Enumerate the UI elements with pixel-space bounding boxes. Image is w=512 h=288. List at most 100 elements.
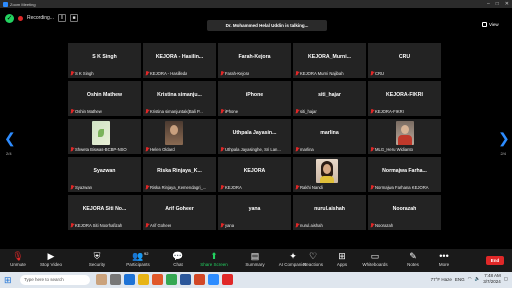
edge-browser-icon[interactable]	[124, 274, 135, 285]
zoom-app-icon[interactable]	[208, 274, 219, 285]
muted-mic-icon	[370, 223, 374, 228]
participant-tile[interactable]: nurul.aishah nurul.aishah	[293, 195, 366, 230]
summary-icon: ▤	[250, 251, 260, 261]
minimize-icon[interactable]: –	[487, 1, 490, 7]
end-meeting-button[interactable]: End	[486, 256, 504, 265]
participant-tile[interactable]: Uthpala Jayasin... Uthpala Jayasinghe, Sr…	[218, 119, 291, 154]
summary-button[interactable]: ▤ Summary	[237, 251, 273, 271]
participant-display-name: siti_hajar	[318, 92, 341, 98]
participant-tile[interactable]: Helen Oldard	[143, 119, 216, 154]
share-screen-button[interactable]: ⬆ Share Screen	[196, 251, 232, 271]
participant-tile[interactable]: siti_hajar siti_hajar	[293, 81, 366, 116]
participant-tile[interactable]: yana yana	[218, 195, 291, 230]
muted-mic-icon	[70, 223, 74, 228]
participant-tile[interactable]: Oshin Mathew Oshin Mathew	[68, 81, 141, 116]
stop-recording-button[interactable]: ■	[69, 14, 78, 22]
participant-name: CRU	[375, 71, 385, 76]
grid-view-icon	[482, 22, 487, 27]
wifi-icon[interactable]: ◠	[468, 276, 472, 282]
participant-tile[interactable]: Riska Rinjaya_K... Riska Rinjaya_Kemendag…	[143, 157, 216, 192]
participant-tile[interactable]: Syazwan Syazwan	[68, 157, 141, 192]
participant-tile[interactable]: Normajwa Farha... Normajwa Farhana KEJORA	[368, 157, 441, 192]
participant-name-label: Riska Rinjaya_Kemendagri_...	[145, 185, 206, 190]
more-button[interactable]: ••• More	[426, 251, 462, 271]
firefox-icon[interactable]	[152, 274, 163, 285]
security-shield-icon[interactable]: ✓	[5, 14, 14, 23]
participant-tile[interactable]: Kristina simanju... Kristina simanjuntak(…	[143, 81, 216, 116]
security-button[interactable]: ⛨ Security	[79, 251, 115, 271]
file-explorer-icon[interactable]	[138, 274, 149, 285]
view-button[interactable]: View	[482, 20, 504, 29]
stop-video-button[interactable]: ▶ Stop Video	[33, 251, 69, 271]
clock-date: 3/7/2024	[483, 279, 501, 284]
participant-name-label: Shweta Biswas-BCBP-NSO	[70, 147, 127, 152]
participant-display-name: KEJORA Siti No...	[82, 206, 127, 212]
participant-name: Normajwa Farhana KEJORA	[375, 185, 429, 190]
maximize-icon[interactable]: □	[496, 1, 499, 7]
participant-tile[interactable]: KEJORA Siti No... KEJORA Siti Noorhafizah	[68, 195, 141, 230]
participant-video	[92, 121, 110, 145]
participant-tile[interactable]: Arif Goheer Arif Goheer	[143, 195, 216, 230]
participant-tile[interactable]: marlina marlina	[293, 119, 366, 154]
participant-tile[interactable]: Shweta Biswas-BCBP-NSO	[68, 119, 141, 154]
language-indicator[interactable]: ENG	[455, 277, 465, 282]
task-view-icon[interactable]	[110, 274, 121, 285]
participant-name-label: Kristina simanjuntak(Bali P...	[145, 109, 203, 114]
unmute-button[interactable]: 🎙 Unmute	[0, 251, 36, 271]
participant-tile[interactable]: S K Singh S K Singh	[68, 43, 141, 78]
muted-mic-icon	[295, 71, 299, 76]
participant-tile[interactable]: iPhone iPhone	[218, 81, 291, 116]
participant-tile[interactable]: Rakhi Nandi	[293, 157, 366, 192]
participant-tile[interactable]: MLG_Heru Widianto	[368, 119, 441, 154]
notifications-icon[interactable]: ▢	[504, 276, 508, 282]
meeting-topbar: ✓ Recording... ‖ ■ Dr. Mohammed Helal Ud…	[0, 8, 512, 31]
participant-tile[interactable]: KEJORA_Murni... KEJORA Murni Najibah	[293, 43, 366, 78]
muted-mic-icon	[295, 185, 299, 190]
next-page-arrow-icon[interactable]: ❯	[498, 130, 510, 147]
chat-button[interactable]: 💬 Chat	[160, 251, 196, 271]
chat-bubble-icon: 💬	[172, 251, 184, 261]
participant-name-label: Uthpala Jayasinghe, Sri Lan...	[220, 147, 281, 152]
participant-tile[interactable]: CRU CRU	[368, 43, 441, 78]
participant-name-label: KEJORA Siti Noorhafizah	[70, 223, 122, 228]
participant-display-name: KEJORA	[243, 168, 266, 174]
participants-icon: 👥	[132, 251, 144, 261]
recording-indicator: Recording... ‖ ■	[18, 12, 78, 24]
whiteboards-button[interactable]: ▭ Whiteboards	[357, 251, 393, 271]
participant-name: Helen Oldard	[150, 147, 175, 152]
muted-mic-icon	[370, 109, 374, 114]
participant-name: nurul.aishah	[300, 223, 323, 228]
participant-display-name: CRU	[398, 54, 411, 60]
apps-button[interactable]: ⊞ Apps	[324, 251, 360, 271]
close-icon[interactable]: ✕	[505, 1, 509, 7]
clock[interactable]: 7:48 AM 3/7/2024	[483, 273, 501, 285]
taskbar-app-icon[interactable]	[96, 274, 107, 285]
windows-start-icon[interactable]: ⊞	[4, 275, 14, 285]
muted-mic-icon	[145, 71, 149, 76]
chrome-icon[interactable]	[166, 274, 177, 285]
participant-name: iPhone	[225, 109, 239, 114]
participants-button[interactable]: 👥 92 Participants	[120, 251, 156, 271]
taskbar-apps	[96, 274, 233, 285]
participant-name: Kristina simanjuntak(Bali P...	[150, 109, 203, 114]
powerpoint-icon[interactable]	[194, 274, 205, 285]
muted-mic-icon	[295, 147, 299, 152]
system-tray: 77°F Haze ENG ◠ 🔈 7:48 AM 3/7/2024 ▢	[431, 273, 508, 285]
muted-mic-icon	[370, 71, 374, 76]
share-screen-icon: ⬆	[210, 251, 218, 261]
previous-page-arrow-icon[interactable]: ❮	[4, 130, 16, 147]
participant-tile[interactable]: KEJORA - Hasilin... KEJORA - Hasilleda	[143, 43, 216, 78]
pdf-reader-icon[interactable]	[222, 274, 233, 285]
muted-mic-icon	[145, 147, 149, 152]
weather-text[interactable]: 77°F Haze	[431, 277, 452, 282]
participant-tile[interactable]: Noorazah Noorazah	[368, 195, 441, 230]
volume-icon[interactable]: 🔈	[475, 276, 481, 282]
participant-tile[interactable]: KEJORA KEJORA	[218, 157, 291, 192]
pause-recording-button[interactable]: ‖	[57, 14, 66, 22]
participant-tile[interactable]: Farah-Kejora Farah-Kejora	[218, 43, 291, 78]
word-icon[interactable]	[180, 274, 191, 285]
participant-tile[interactable]: KEJORA-FIKRI KEJORA-FIKRI	[368, 81, 441, 116]
participant-name-label: Helen Oldard	[145, 147, 175, 152]
participant-name: Rakhi Nandi	[300, 185, 323, 190]
taskbar-search-input[interactable]: Type here to search	[20, 275, 90, 285]
